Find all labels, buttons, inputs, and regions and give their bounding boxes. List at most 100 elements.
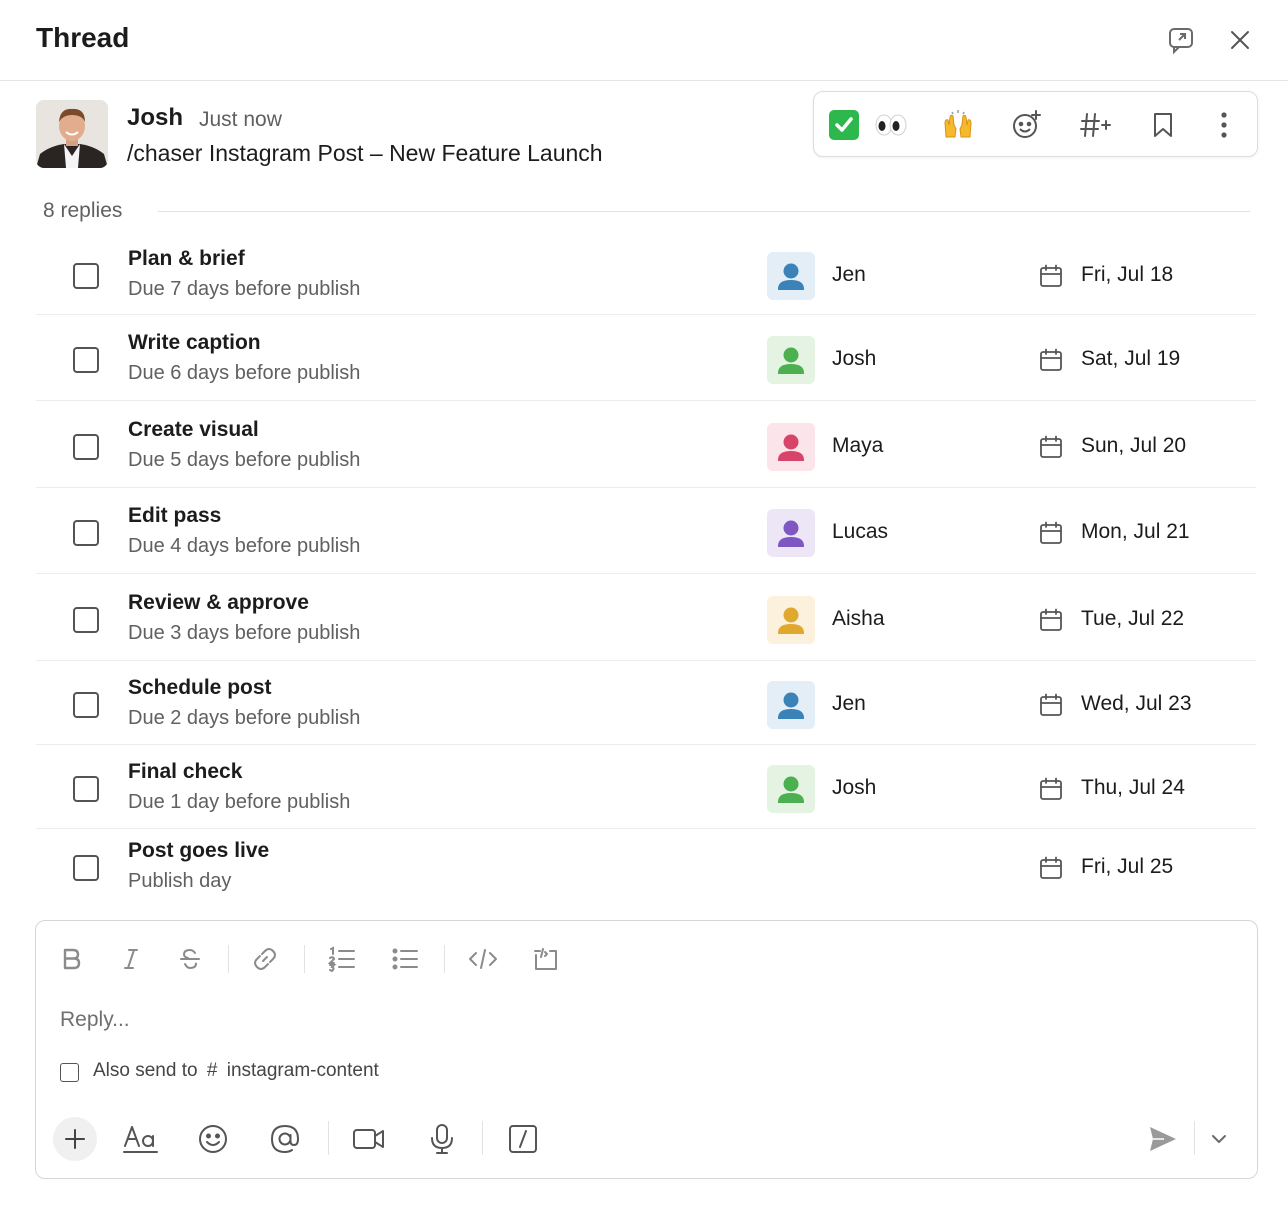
reply-input[interactable] <box>60 1003 1230 1037</box>
user-icon <box>778 607 804 634</box>
react-eyes-button[interactable] <box>871 105 911 145</box>
task-row[interactable]: Write caption Due 6 days before publish Jo… <box>36 315 1256 401</box>
task-row[interactable]: Final check Due 1 day before publish Josh T… <box>36 745 1256 829</box>
assignee-avatar[interactable] <box>767 336 815 384</box>
mention-button[interactable] <box>263 1117 307 1161</box>
message-timestamp[interactable]: Just now <box>199 108 282 132</box>
react-checkmark-button[interactable] <box>824 105 864 145</box>
send-options-button[interactable] <box>1197 1117 1241 1161</box>
toolbar-separator <box>482 1121 483 1155</box>
task-checkbox[interactable] <box>73 262 99 289</box>
due-date[interactable]: Fri, Jul 25 <box>1081 855 1173 879</box>
task-title: Write caption <box>128 331 261 354</box>
slash-command-icon <box>509 1125 537 1153</box>
send-button[interactable] <box>1141 1117 1185 1161</box>
toolbar-separator <box>304 945 305 973</box>
link-button[interactable] <box>247 941 283 977</box>
task-row[interactable]: Review & approve Due 3 days before publis… <box>36 574 1256 661</box>
task-checkbox[interactable] <box>73 520 99 546</box>
close-icon <box>1231 31 1249 49</box>
toolbar-separator <box>444 945 445 973</box>
ordered-list-button[interactable] <box>324 941 360 977</box>
save-message-button[interactable] <box>1143 105 1183 145</box>
task-row[interactable]: Plan & brief Due 7 days before publish Jen… <box>36 232 1256 315</box>
bulleted-list-button[interactable] <box>387 941 423 977</box>
task-checkbox[interactable] <box>73 776 99 802</box>
calendar-icon <box>1040 521 1062 544</box>
assignee-name[interactable]: Aisha <box>832 607 885 631</box>
replies-divider: 8 replies <box>0 196 1288 228</box>
link-icon <box>254 948 276 970</box>
slash-command-button[interactable] <box>501 1117 545 1161</box>
assignee-avatar[interactable] <box>767 509 815 557</box>
assignee-name[interactable]: Maya <box>832 434 883 458</box>
task-title: Edit pass <box>128 504 222 527</box>
open-in-window-button[interactable] <box>1163 22 1199 58</box>
task-checkbox[interactable] <box>73 433 99 460</box>
message-author[interactable]: Josh <box>127 104 183 132</box>
toolbar-separator <box>1194 1121 1195 1155</box>
user-icon <box>778 434 804 461</box>
close-button[interactable] <box>1222 22 1258 58</box>
task-checkbox[interactable] <box>73 692 99 718</box>
task-row[interactable]: Schedule post Due 2 days before publish Je… <box>36 661 1256 745</box>
user-icon <box>778 347 804 374</box>
reply-count: 8 replies <box>43 199 123 222</box>
more-actions-button[interactable] <box>1204 105 1244 145</box>
task-title: Create visual <box>128 417 259 441</box>
strikethrough-button[interactable] <box>172 941 208 977</box>
assignee-avatar[interactable] <box>767 595 815 644</box>
assignee-avatar[interactable] <box>767 422 815 471</box>
due-date[interactable]: Sat, Jul 19 <box>1081 347 1180 371</box>
assignee-name[interactable]: Josh <box>832 347 876 371</box>
assignee-avatar[interactable] <box>767 251 815 300</box>
assignee-name[interactable]: Jen <box>832 263 866 287</box>
toolbar-separator <box>228 945 229 973</box>
code-block-button[interactable] <box>528 941 564 977</box>
assignee-name[interactable]: Lucas <box>832 520 888 544</box>
italic-button[interactable] <box>113 941 149 977</box>
assignee-name[interactable]: Jen <box>832 692 866 716</box>
task-row[interactable]: Edit pass Due 4 days before publish Lucas M… <box>36 488 1256 574</box>
due-date[interactable]: Sun, Jul 20 <box>1081 434 1186 458</box>
task-due-text: Publish day <box>128 870 232 892</box>
due-date[interactable]: Tue, Jul 22 <box>1081 607 1184 631</box>
reply-composer: Also send to # instagram-content <box>35 920 1258 1179</box>
task-checkbox[interactable] <box>73 347 99 373</box>
due-date[interactable]: Mon, Jul 21 <box>1081 520 1190 544</box>
message-actions-bar <box>813 91 1258 157</box>
video-clip-button[interactable] <box>347 1117 391 1161</box>
bold-icon <box>63 948 81 970</box>
add-to-channel-button[interactable] <box>1076 105 1116 145</box>
also-send-checkbox[interactable] <box>60 1063 79 1082</box>
formatting-toggle-button[interactable] <box>119 1117 163 1161</box>
avatar[interactable] <box>36 100 108 168</box>
attach-button[interactable] <box>53 1117 97 1161</box>
due-date[interactable]: Thu, Jul 24 <box>1081 776 1185 800</box>
audio-clip-button[interactable] <box>420 1117 464 1161</box>
code-button[interactable] <box>465 941 501 977</box>
more-vertical-icon <box>1221 112 1227 138</box>
parent-message: Josh Just now /chaser Instagram Post – N… <box>0 82 1288 192</box>
message-text: /chaser Instagram Post – New Feature Lau… <box>127 140 603 167</box>
video-icon <box>353 1129 384 1149</box>
task-checkbox[interactable] <box>73 606 99 633</box>
bold-button[interactable] <box>53 941 89 977</box>
assignee-avatar[interactable] <box>767 765 815 813</box>
emoji-button[interactable] <box>191 1117 235 1161</box>
also-send-text: Also send to <box>93 1060 198 1081</box>
task-checkbox[interactable] <box>73 855 99 881</box>
assignee-name[interactable]: Josh <box>832 776 876 800</box>
channel-name[interactable]: instagram-content <box>227 1060 379 1081</box>
add-reaction-button[interactable] <box>1006 105 1046 145</box>
task-row[interactable]: Create visual Due 5 days before publish Ma… <box>36 401 1256 488</box>
due-date[interactable]: Fri, Jul 18 <box>1081 263 1173 287</box>
add-reaction-icon <box>1013 110 1041 138</box>
task-due-text: Due 7 days before publish <box>128 277 361 300</box>
calendar-icon <box>1040 777 1062 800</box>
react-raised-hands-button[interactable] <box>938 105 978 145</box>
task-due-text: Due 5 days before publish <box>128 448 361 471</box>
task-row[interactable]: Post goes live Publish day Fri, Jul 25 <box>36 829 1256 907</box>
assignee-avatar[interactable] <box>767 681 815 729</box>
due-date[interactable]: Wed, Jul 23 <box>1081 692 1192 716</box>
